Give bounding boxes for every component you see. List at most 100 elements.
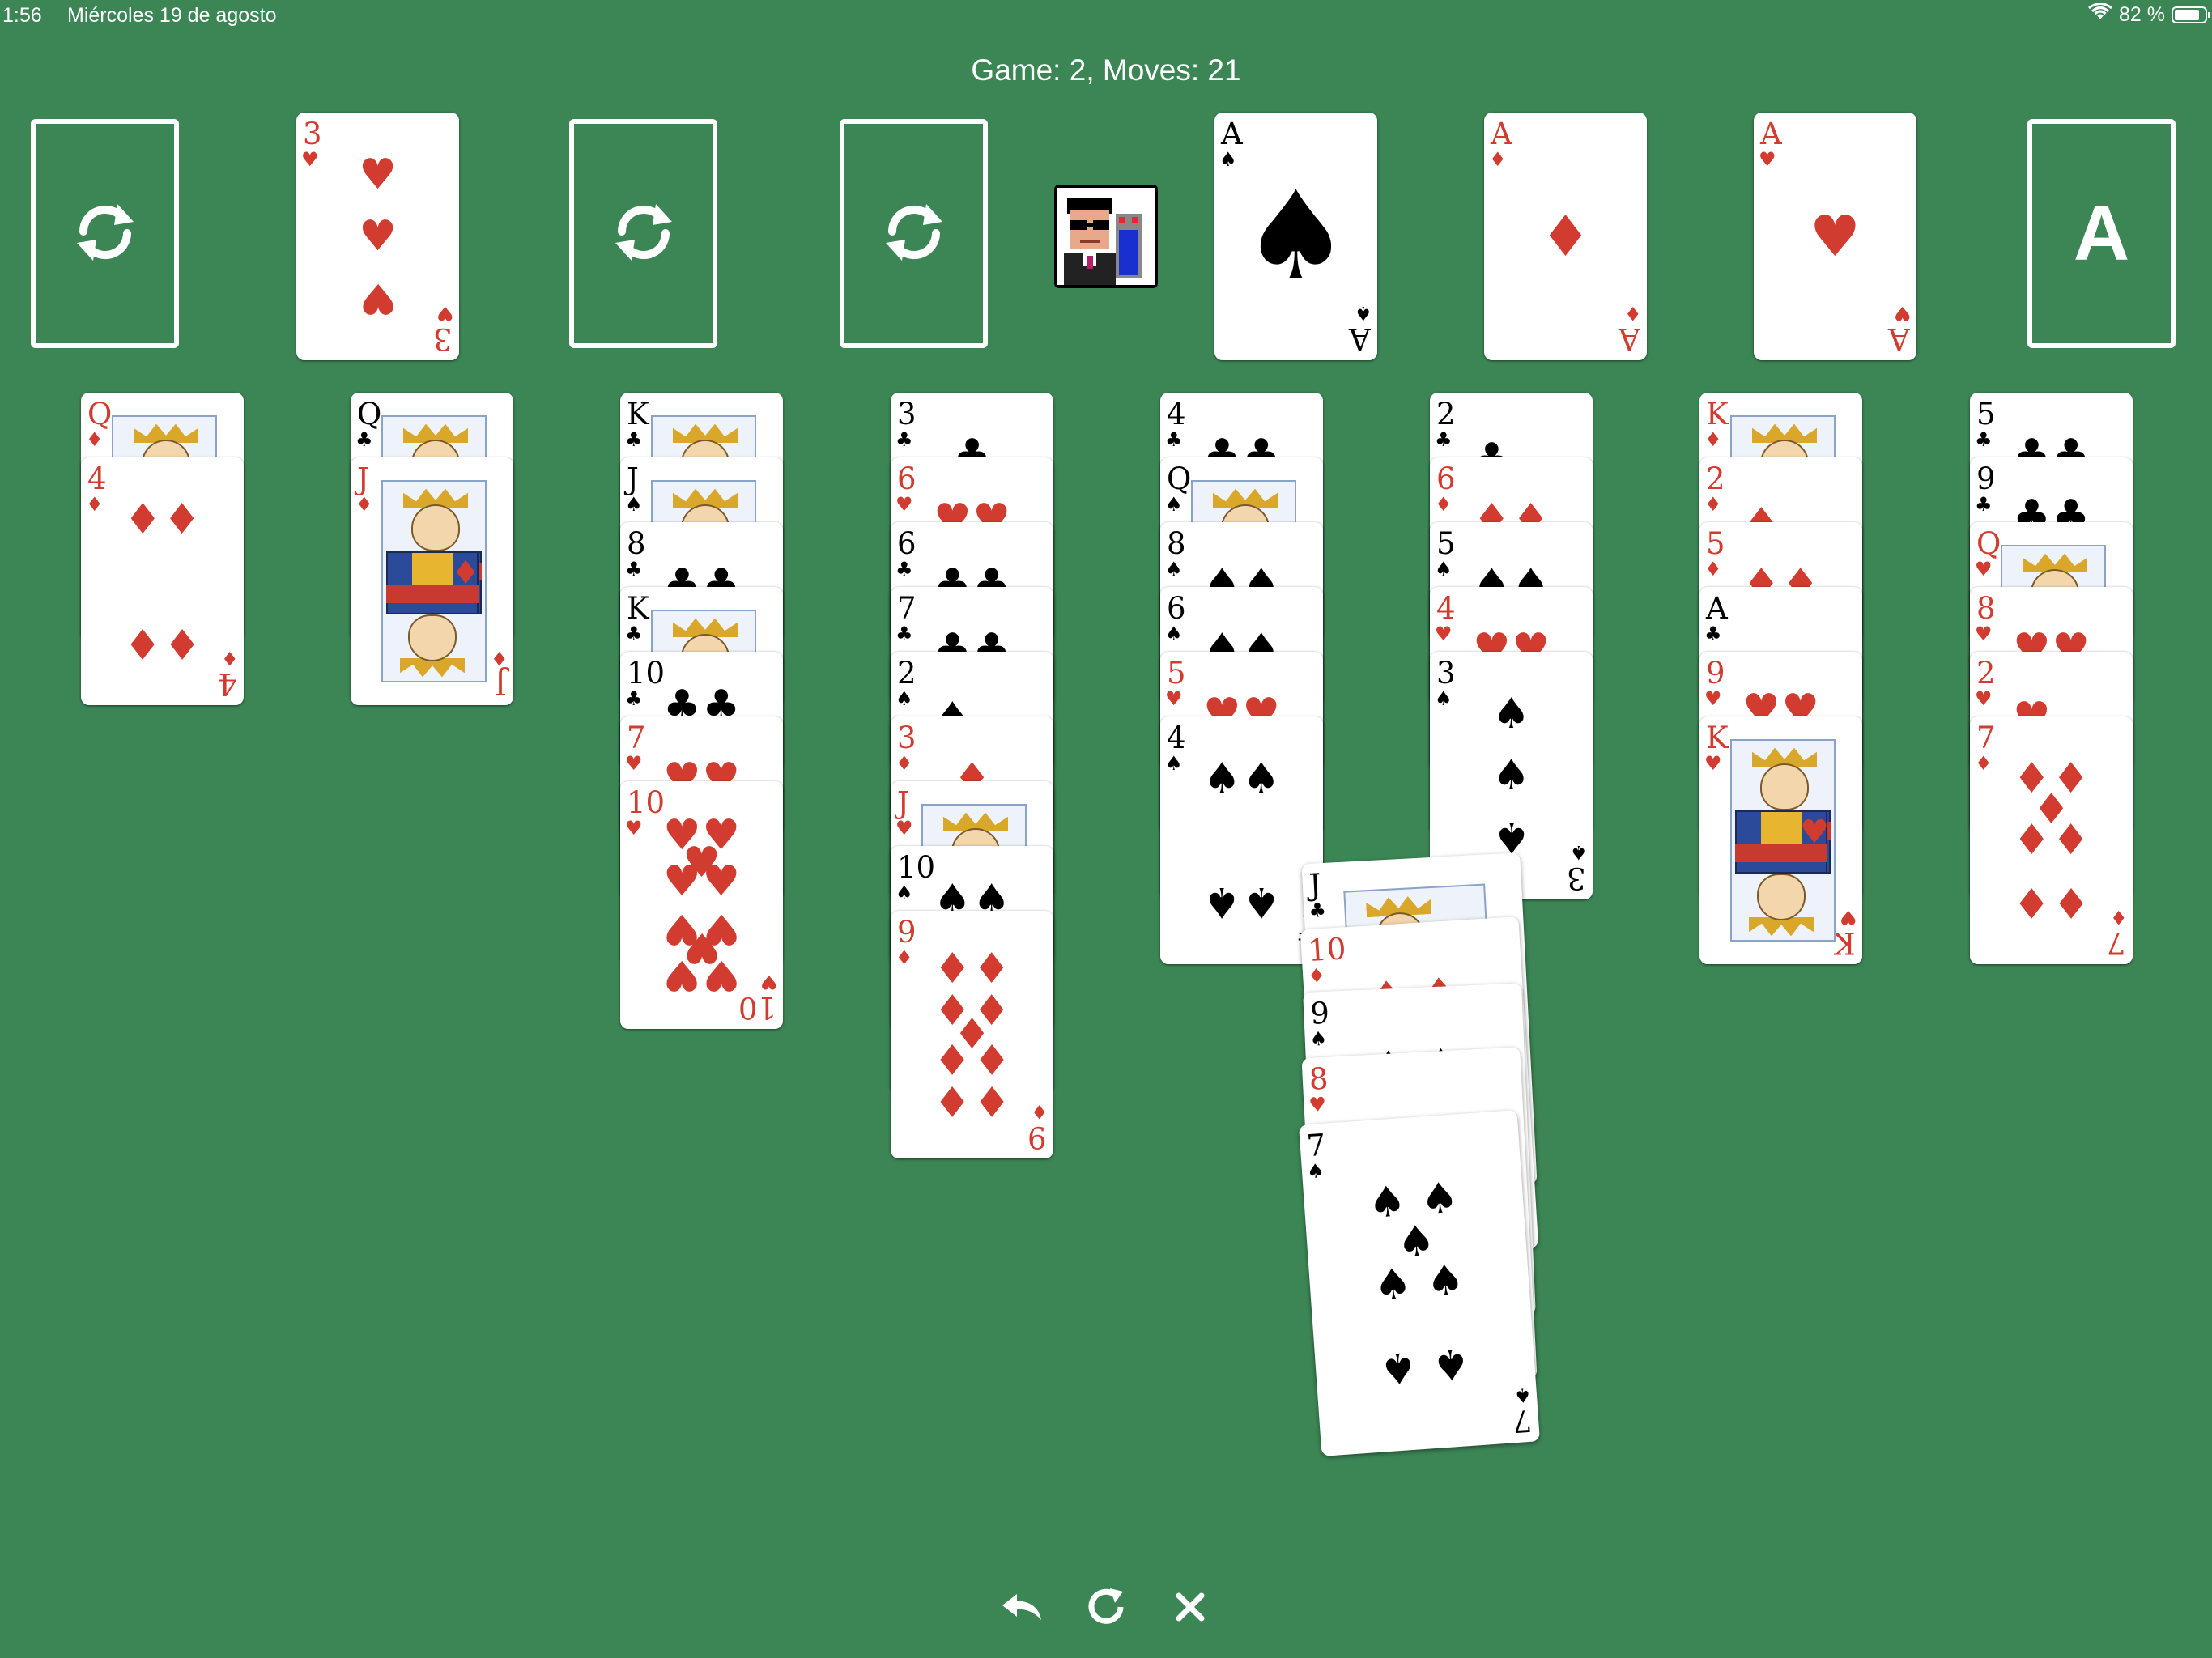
spades-pip-icon: ♠ — [1378, 1341, 1419, 1393]
hearts-icon: ♥ — [1975, 687, 1993, 710]
card-rank-corner: K — [1833, 925, 1856, 960]
foundation-label: A — [2073, 189, 2130, 277]
card-rank-corner: A — [1888, 321, 1910, 356]
card-rank-corner: A — [1619, 321, 1640, 356]
spades-pip-icon: ♠ — [1242, 754, 1280, 803]
diamonds-pip-icon: ♦ — [1540, 203, 1591, 270]
diamonds-pip-icon: ♦ — [123, 619, 162, 668]
top-card-3-hearts[interactable]: 3 ♥ 3 ♥ ♥ ♥ ♥ — [296, 113, 459, 360]
card-rank: 3 — [303, 117, 322, 151]
diamonds-icon: ♦ — [1704, 558, 1722, 580]
diamonds-icon: ♦ — [1031, 1100, 1049, 1123]
foundation-slot[interactable]: A — [2027, 119, 2176, 348]
card-rank: 2 — [1976, 656, 1996, 691]
stock-slot[interactable] — [31, 119, 179, 348]
diamonds-icon: ♦ — [895, 752, 913, 775]
undo-button[interactable] — [996, 1583, 1048, 1635]
recycle-icon — [607, 196, 680, 272]
card-rank: Q — [357, 397, 382, 432]
tableau-card[interactable]: 4♠4♠♠♠♠♠ — [1160, 716, 1323, 964]
top-card-A-hearts[interactable]: A ♥ A ♥ ♥ — [1754, 113, 1916, 360]
spades-icon: ♠ — [1165, 623, 1183, 645]
card-rank: 7 — [1976, 721, 1996, 755]
card-rank-corner: 4 — [218, 666, 237, 701]
hearts-pip-icon: ♥ — [359, 212, 397, 261]
diamonds-pip-icon: ♦ — [163, 495, 201, 544]
diamonds-icon: ♦ — [86, 428, 104, 451]
diamonds-icon: ♦ — [1704, 493, 1722, 516]
stock-slot[interactable] — [569, 119, 717, 348]
spades-pip-icon: ♠ — [1424, 1256, 1466, 1307]
tableau-card[interactable]: 10 ♥ 10 ♥ ♥ ♥ ♥ ♥ ♥ ♥ ♥ ♥ ♥ ♥ — [620, 781, 783, 1029]
card-rank: 6 — [897, 526, 917, 561]
card-rank: A — [1706, 591, 1728, 626]
card-rank: 4 — [87, 461, 107, 496]
spades-icon: ♠ — [1165, 752, 1183, 775]
card-rank: Q — [1167, 461, 1192, 496]
diamonds-pip-icon: ♦ — [2052, 816, 2090, 865]
card-rank: 8 — [1167, 526, 1186, 561]
clubs-icon: ♣ — [1975, 428, 1993, 451]
card-rank: 3 — [1436, 656, 1456, 691]
clubs-icon: ♣ — [355, 428, 373, 451]
spades-icon: ♠ — [1435, 558, 1453, 580]
card-rank: K — [627, 397, 649, 432]
clubs-icon: ♣ — [1704, 623, 1722, 645]
player-avatar-icon[interactable] — [1054, 185, 1158, 288]
hearts-icon: ♥ — [1894, 302, 1912, 325]
status-date: Miércoles 19 de agosto — [67, 4, 277, 27]
card-rank: 8 — [627, 526, 646, 561]
top-card-A-diamonds[interactable]: A ♦ A ♦ ♦ — [1484, 113, 1647, 360]
restart-button[interactable] — [1080, 1583, 1132, 1635]
tableau-card[interactable]: J ♦ J ♦ ♦ — [351, 457, 513, 705]
hearts-pip-icon: ♥ — [359, 274, 397, 323]
jack-portrait-icon: ♦ — [381, 480, 487, 682]
card-rank-corner: 7 — [2107, 925, 2126, 960]
spades-icon: ♠ — [1355, 302, 1372, 325]
tableau-card[interactable]: 9 ♦ 9 ♦ ♦ ♦ ♦ ♦ ♦ ♦ ♦ ♦ ♦ — [891, 911, 1053, 1158]
tableau-card[interactable]: K ♥ K ♥ ♥ — [1699, 716, 1862, 964]
clubs-icon: ♣ — [625, 428, 643, 451]
spades-icon: ♠ — [1435, 687, 1453, 710]
diamonds-pip-icon: ♦ — [972, 1033, 1010, 1082]
diamonds-pip-icon: ♦ — [972, 945, 1010, 994]
status-time: 1:56 — [2, 4, 42, 27]
clubs-icon: ♣ — [895, 558, 913, 580]
card-rank-corner: 3 — [433, 321, 453, 356]
card-rank: 9 — [1309, 995, 1330, 1031]
tableau-card[interactable]: 4 ♦ 4 ♦ ♦ ♦ ♦ ♦ — [81, 457, 244, 705]
card-rank: 5 — [1167, 656, 1186, 691]
card-rank-corner: 9 — [1027, 1120, 1047, 1154]
card-rank: Q — [1976, 526, 2001, 561]
tableau-card[interactable]: 7 ♦ 7 ♦ ♦ ♦ ♦ ♦ ♦ ♦ ♦ — [1970, 716, 2133, 964]
card-rank: 4 — [1436, 591, 1456, 626]
card-rank-corner: 3 — [1567, 861, 1586, 895]
card-rank: 9 — [1706, 656, 1725, 691]
card-rank: J — [357, 461, 369, 496]
card-rank: 6 — [1436, 461, 1456, 496]
stock-slot[interactable] — [840, 119, 988, 348]
diamonds-icon: ♦ — [86, 493, 104, 516]
diamonds-icon: ♦ — [355, 493, 373, 516]
card-rank: 4 — [1167, 721, 1186, 755]
spades-icon: ♠ — [625, 493, 643, 516]
recycle-icon — [69, 196, 142, 272]
spades-pip-icon: ♠ — [1241, 166, 1351, 307]
spades-icon: ♠ — [1309, 1027, 1328, 1051]
clubs-icon: ♣ — [625, 623, 643, 645]
hearts-pip-icon: ♥ — [702, 857, 740, 907]
diamonds-icon: ♦ — [895, 946, 913, 969]
top-card-A-spades[interactable]: A ♠ A ♠ ♠ — [1214, 113, 1377, 360]
dragged-card[interactable]: 7 ♠ 7 ♠ ♠ ♠ ♠ ♠ ♠ ♠ ♠ — [1299, 1110, 1540, 1456]
close-button[interactable] — [1164, 1583, 1216, 1635]
card-rank-corner: A — [1349, 321, 1371, 356]
card-rank: 2 — [1436, 397, 1456, 432]
clubs-icon: ♣ — [1435, 428, 1453, 451]
spades-pip-icon: ♠ — [1492, 813, 1530, 862]
hearts-icon: ♥ — [1975, 623, 1993, 645]
hearts-icon: ♥ — [1165, 687, 1183, 710]
card-rank: 8 — [1308, 1061, 1329, 1097]
diamonds-pip-icon: ♦ — [163, 619, 201, 668]
clubs-icon: ♣ — [625, 558, 643, 580]
clubs-icon: ♣ — [1975, 493, 1993, 516]
